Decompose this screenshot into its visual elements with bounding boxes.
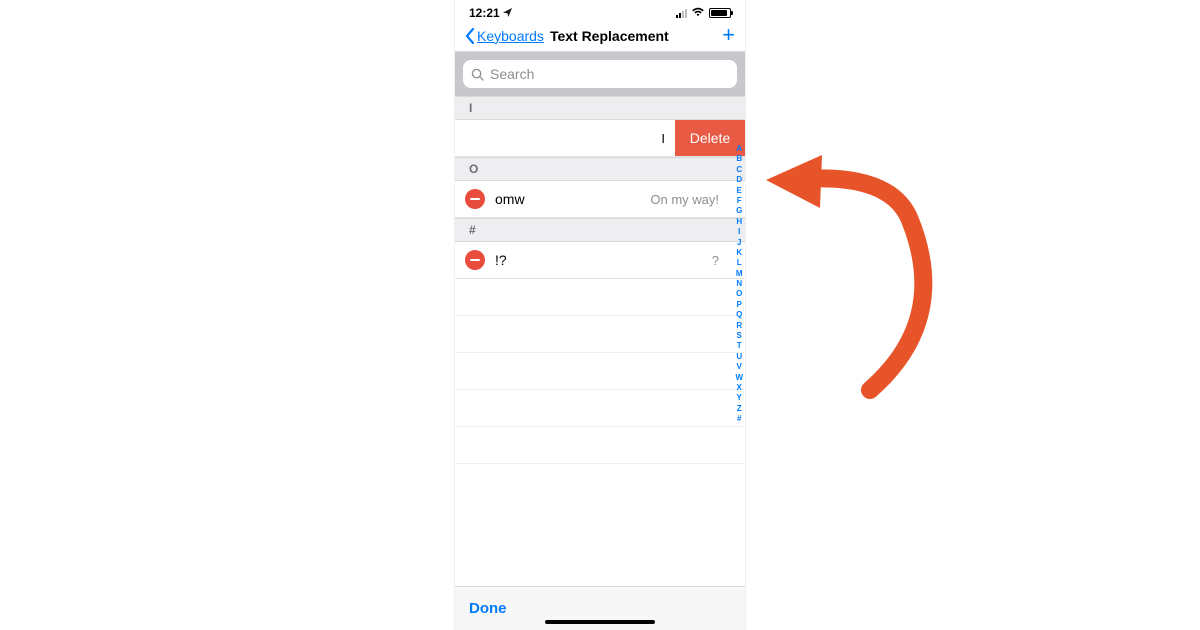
phrase-label: On my way! xyxy=(650,192,731,207)
toolbar: Done xyxy=(455,586,745,630)
section-header-o: O xyxy=(455,157,745,181)
location-icon xyxy=(503,8,512,19)
add-button[interactable]: + xyxy=(722,24,735,46)
index-letter[interactable]: Q xyxy=(736,310,742,320)
index-letter[interactable]: D xyxy=(736,175,742,185)
battery-icon xyxy=(709,8,731,18)
section-header-hash: # xyxy=(455,218,745,242)
empty-row xyxy=(455,390,745,427)
empty-row xyxy=(455,316,745,353)
index-letter[interactable]: G xyxy=(736,206,742,216)
index-letter[interactable]: J xyxy=(737,238,741,248)
list-row-swiped[interactable]: I Delete xyxy=(455,120,745,157)
index-letter[interactable]: Y xyxy=(737,393,742,403)
index-letter[interactable]: M xyxy=(736,269,743,279)
nav-title: Text Replacement xyxy=(550,28,669,44)
index-letter[interactable]: N xyxy=(736,279,742,289)
index-letter[interactable]: W xyxy=(735,373,743,383)
back-button[interactable]: Keyboards xyxy=(465,28,544,44)
section-header-i: I xyxy=(455,96,745,120)
index-letter[interactable]: O xyxy=(736,289,742,299)
search-placeholder: Search xyxy=(490,66,534,82)
index-letter[interactable]: K xyxy=(736,248,742,258)
empty-row xyxy=(455,427,745,464)
index-letter[interactable]: A xyxy=(736,144,742,154)
search-container: Search xyxy=(455,52,745,96)
index-letter[interactable]: F xyxy=(737,196,742,206)
annotation-arrow xyxy=(760,140,960,400)
empty-row xyxy=(455,353,745,390)
index-letter[interactable]: U xyxy=(736,352,742,362)
index-letter[interactable]: B xyxy=(736,154,742,164)
replacement-list[interactable]: I I Delete O omw On my way! # !? ? ABCDE… xyxy=(455,96,745,586)
shortcut-label: I xyxy=(661,131,665,146)
wifi-icon xyxy=(691,6,705,20)
nav-bar: Keyboards Text Replacement + xyxy=(455,20,745,52)
chevron-left-icon xyxy=(465,28,475,44)
list-row[interactable]: omw On my way! xyxy=(455,181,745,218)
index-letter[interactable]: I xyxy=(738,227,740,237)
delete-minus-icon[interactable] xyxy=(465,250,485,270)
index-letter[interactable]: E xyxy=(737,186,742,196)
search-input[interactable]: Search xyxy=(463,60,737,88)
status-bar: 12:21 xyxy=(455,0,745,20)
empty-row xyxy=(455,279,745,316)
search-icon xyxy=(471,68,484,81)
section-index[interactable]: ABCDEFGHIJKLMNOPQRSTUVWXYZ# xyxy=(733,144,745,425)
signal-icon xyxy=(676,8,687,18)
shortcut-label: omw xyxy=(495,191,640,207)
index-letter[interactable]: V xyxy=(737,362,742,372)
back-label: Keyboards xyxy=(477,28,544,44)
status-time: 12:21 xyxy=(469,6,500,20)
home-indicator[interactable] xyxy=(545,620,655,624)
done-button[interactable]: Done xyxy=(469,600,507,617)
index-letter[interactable]: Z xyxy=(737,404,742,414)
index-letter[interactable]: L xyxy=(737,258,742,268)
phrase-label: ? xyxy=(712,253,731,268)
index-letter[interactable]: C xyxy=(736,165,742,175)
index-letter[interactable]: P xyxy=(737,300,742,310)
list-row[interactable]: !? ? xyxy=(455,242,745,279)
index-letter[interactable]: R xyxy=(736,321,742,331)
shortcut-label: !? xyxy=(495,252,702,268)
index-letter[interactable]: X xyxy=(737,383,742,393)
delete-minus-icon[interactable] xyxy=(465,189,485,209)
phone-frame: 12:21 Keyboards Text Replacement + Searc xyxy=(454,0,746,630)
index-letter[interactable]: # xyxy=(737,414,741,424)
index-letter[interactable]: H xyxy=(736,217,742,227)
index-letter[interactable]: S xyxy=(737,331,742,341)
index-letter[interactable]: T xyxy=(737,341,742,351)
